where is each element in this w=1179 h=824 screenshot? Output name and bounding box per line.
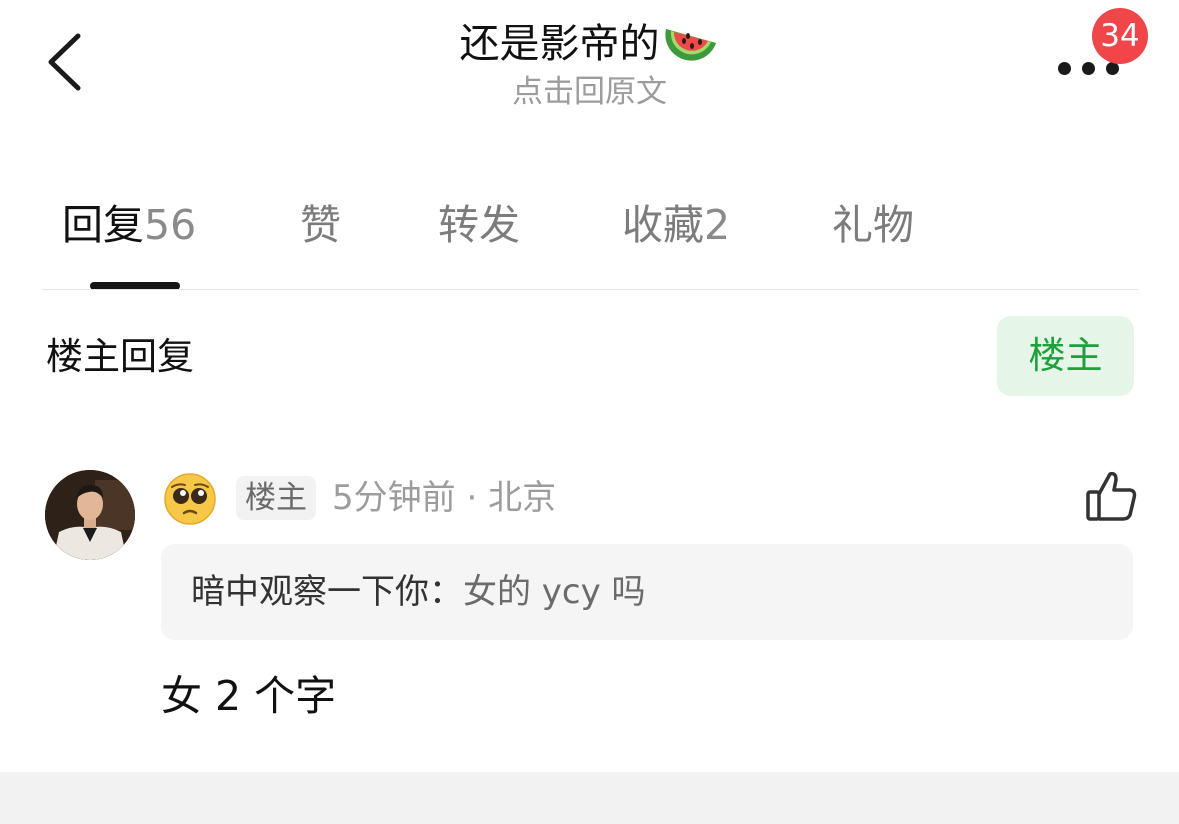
- tabs-divider: [42, 289, 1138, 290]
- comment-location: 北京: [488, 478, 557, 518]
- tab-replies[interactable]: 回复56: [62, 190, 196, 260]
- tab-likes[interactable]: 赞: [300, 190, 341, 260]
- more-dot: [1058, 62, 1071, 75]
- tab-reposts[interactable]: 转发: [438, 190, 520, 260]
- notification-badge: 34: [1092, 8, 1148, 64]
- header: 还是影帝的 点击回原文: [0, 16, 1179, 112]
- page-title-text: 还是影帝的: [459, 21, 660, 67]
- comment-meta: 5分钟前 · 北京: [332, 476, 556, 520]
- tab-bar: 回复56 赞 转发 收藏2 礼物: [0, 190, 1179, 270]
- avatar-photo: [45, 470, 135, 560]
- tab-gifts[interactable]: 礼物: [832, 190, 914, 260]
- watermelon-icon: [664, 29, 716, 61]
- tab-label: 收藏: [622, 201, 704, 249]
- avatar[interactable]: [45, 470, 135, 560]
- meta-separator: ·: [466, 478, 489, 518]
- thumbs-up-icon: [1086, 471, 1137, 521]
- tab-label: 礼物: [832, 201, 914, 249]
- section-title: 楼主回复: [46, 335, 194, 378]
- comment-time: 5分钟前: [332, 478, 456, 518]
- page-title: 还是影帝的: [460, 16, 720, 72]
- view-original-link[interactable]: 点击回原文: [0, 72, 1179, 112]
- like-button[interactable]: [1084, 468, 1138, 524]
- tab-label: 转发: [438, 201, 520, 249]
- tab-label: 回复: [62, 201, 144, 249]
- tab-count: 2: [704, 201, 731, 249]
- more-dot: [1106, 62, 1119, 75]
- quote-body: 女的 ycy 吗: [463, 572, 646, 612]
- quoted-comment-text: 暗中观察一下你：女的 ycy 吗: [191, 544, 646, 640]
- bottom-divider-area: [0, 772, 1179, 824]
- owner-filter-button[interactable]: 楼主: [997, 316, 1134, 396]
- more-dot: [1082, 62, 1095, 75]
- tab-label: 赞: [300, 201, 341, 249]
- pleading-face-icon: [164, 473, 216, 525]
- tab-count: 56: [144, 201, 197, 249]
- quoted-comment[interactable]: 暗中观察一下你：女的 ycy 吗: [161, 544, 1133, 640]
- comment-text: 女 2 个字: [161, 672, 337, 720]
- op-tag: 楼主: [236, 476, 316, 520]
- tab-favorites[interactable]: 收藏2: [622, 190, 730, 260]
- quote-author: 暗中观察一下你：: [191, 572, 463, 612]
